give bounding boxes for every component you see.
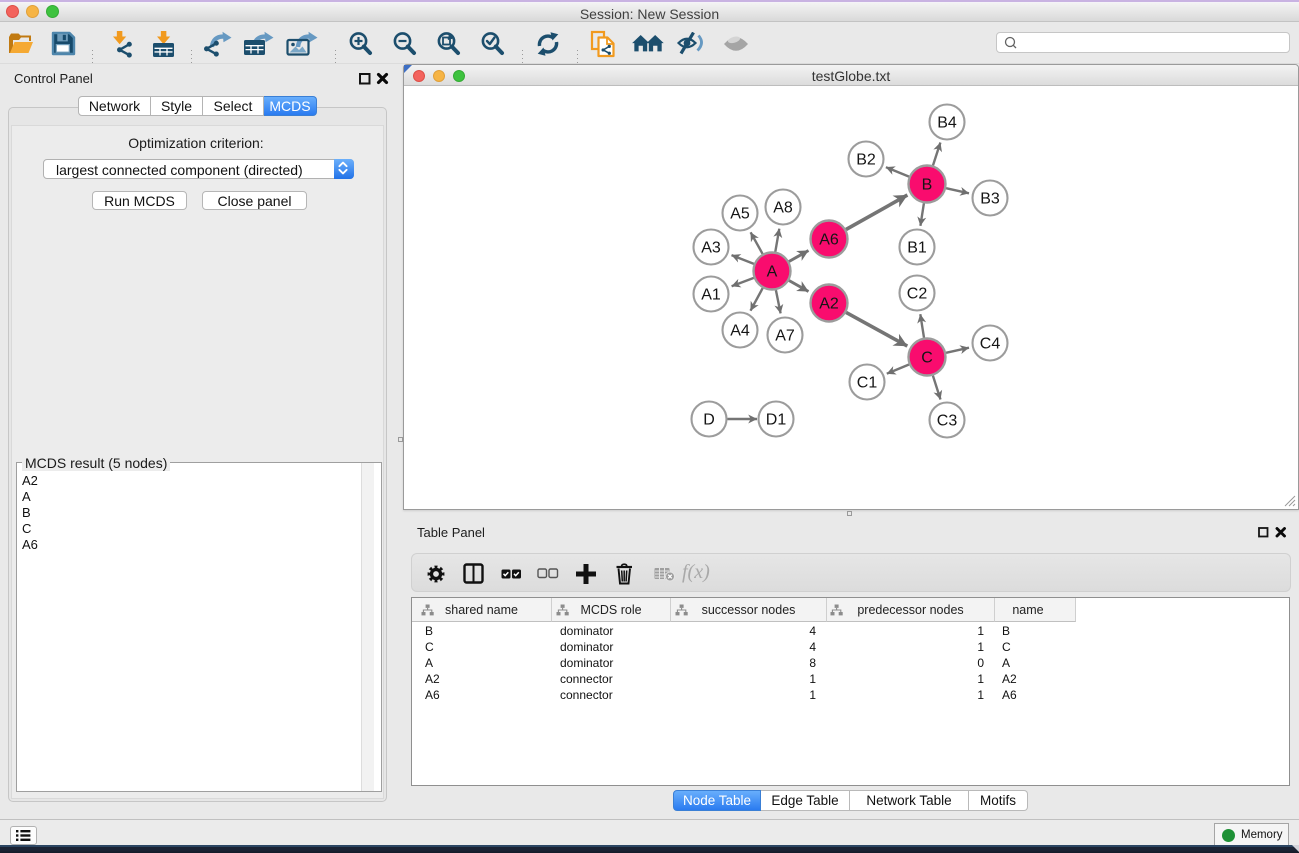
svg-text:B3: B3 [980, 191, 1000, 208]
svg-text:A8: A8 [773, 200, 793, 217]
svg-text:A1: A1 [701, 287, 721, 304]
svg-text:C: C [921, 350, 933, 367]
svg-text:C3: C3 [937, 413, 958, 430]
svg-text:B: B [922, 177, 933, 194]
svg-text:B2: B2 [856, 152, 876, 169]
svg-text:A6: A6 [819, 232, 839, 249]
svg-text:A4: A4 [730, 323, 750, 340]
svg-text:A: A [767, 264, 778, 281]
svg-text:C2: C2 [907, 286, 928, 303]
svg-text:C1: C1 [857, 375, 878, 392]
svg-text:B4: B4 [937, 115, 957, 132]
svg-text:A2: A2 [819, 296, 839, 313]
svg-text:A3: A3 [701, 240, 721, 257]
svg-text:B1: B1 [907, 240, 927, 257]
svg-text:A5: A5 [730, 206, 750, 223]
svg-text:C4: C4 [980, 336, 1001, 353]
svg-text:D1: D1 [766, 412, 787, 429]
svg-text:D: D [703, 412, 715, 429]
svg-text:A7: A7 [775, 328, 795, 345]
